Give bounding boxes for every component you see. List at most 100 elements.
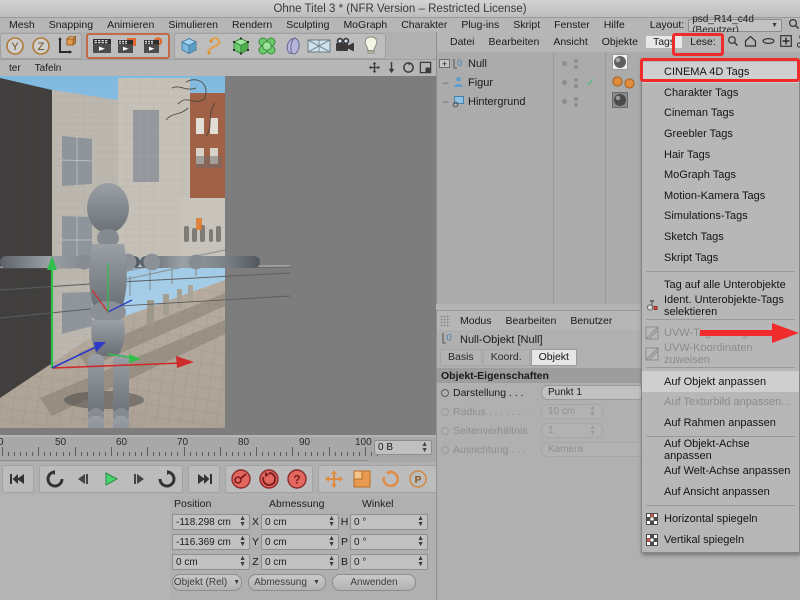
go-to-end-icon[interactable] — [190, 466, 218, 492]
visibility-dots-row[interactable]: ✓ — [554, 73, 605, 92]
coordinate-mode-dropdown[interactable]: Objekt (Rel) ▼ — [172, 573, 242, 591]
rotation-h-input[interactable]: 0 ° ▲ ▼ — [350, 514, 428, 530]
menu-item-plugins[interactable]: Plug-ins — [454, 19, 506, 31]
maximize-view-icon[interactable] — [419, 61, 432, 77]
mograph-icon[interactable] — [254, 34, 280, 58]
darstellung-dropdown[interactable]: Punkt 1 — [541, 385, 646, 400]
object-row-null[interactable]: + 0 Null — [437, 54, 553, 73]
render-visibility-dots[interactable] — [574, 58, 578, 69]
editor-visibility-dot[interactable] — [562, 80, 567, 85]
menu-item-horizontal-spiegeln[interactable]: Horizontal spiegeln — [642, 509, 799, 530]
menu-item-mograph-tags[interactable]: MoGraph Tags — [642, 165, 799, 186]
tab-objekt[interactable]: Objekt — [530, 349, 577, 366]
ellipse-icon[interactable] — [762, 36, 775, 49]
world-axis-icon[interactable] — [54, 34, 80, 58]
transport-end-group[interactable] — [188, 464, 220, 493]
spinner-icon[interactable]: ▲ ▼ — [328, 555, 335, 568]
menu-item-motion-kamera-tags[interactable]: Motion-Kamera Tags — [642, 186, 799, 207]
rotation-p-input[interactable]: 0 ° ▲ ▼ — [350, 534, 428, 550]
radio-icon[interactable] — [441, 388, 449, 397]
menu-item-charakter-tags[interactable]: Charakter Tags — [642, 83, 799, 104]
spinner-icon[interactable]: ▲ ▼ — [328, 515, 335, 528]
om-menu-ansicht[interactable]: Ansicht — [546, 36, 594, 48]
search-icon[interactable] — [727, 35, 739, 50]
viewport-nav-icons[interactable] — [368, 61, 432, 77]
size-y-input[interactable]: 0 cm ▲ ▼ — [261, 534, 339, 550]
transport-playback-group[interactable] — [39, 464, 183, 493]
floor-environment-icon[interactable] — [306, 34, 332, 58]
editor-visibility-dot[interactable] — [562, 99, 567, 104]
light-icon[interactable] — [358, 34, 384, 58]
spinner-icon[interactable]: ▲ ▼ — [417, 535, 424, 548]
menu-item-hilfe[interactable]: Hilfe — [597, 19, 632, 31]
panel-grip-icon[interactable] — [440, 314, 450, 327]
size-x-input[interactable]: 0 cm ▲ ▼ — [261, 514, 339, 530]
step-forward-icon[interactable] — [125, 466, 153, 492]
position-x-input[interactable]: -118.298 cm ▲ ▼ — [172, 514, 250, 530]
menu-item-mograph[interactable]: MoGraph — [336, 19, 394, 31]
am-menu-bearbeiten[interactable]: Bearbeiten — [499, 315, 564, 327]
menu-item-greebler-tags[interactable]: Greebler Tags — [642, 124, 799, 145]
go-to-start-icon[interactable] — [4, 466, 32, 492]
om-menu-tags[interactable]: Tags — [644, 35, 684, 49]
position-y-input[interactable]: -116.369 cm ▲ ▼ — [172, 534, 250, 550]
object-tree[interactable]: + 0 Null – Figur – Hintergrund — [437, 52, 553, 304]
menu-item-auf-rahmen-anpassen[interactable]: Auf Rahmen anpassen — [642, 413, 799, 434]
coordinates-buttons-row[interactable]: Objekt (Rel) ▼ Abmessung ▼ Anwenden — [170, 573, 436, 591]
parametric-icon[interactable]: P — [404, 466, 432, 492]
axis-z-button[interactable]: Z — [28, 34, 54, 58]
transport-bar[interactable]: ? P — [0, 462, 499, 495]
coordinates-row-y[interactable]: -116.369 cm ▲ ▼ Y 0 cm ▲ ▼ P 0 ° ▲ ▼ — [170, 533, 436, 551]
menu-item-auf-welt-achse-anpassen[interactable]: Auf Welt-Achse anpassen — [642, 461, 799, 482]
menu-item-animieren[interactable]: Animieren — [100, 19, 161, 31]
main-menu-bar[interactable]: Mesh Snapping Animieren Simulieren Rende… — [0, 14, 800, 36]
render-settings-icon[interactable] — [141, 34, 167, 58]
menu-item-rendern[interactable]: Rendern — [225, 19, 279, 31]
play-icon[interactable] — [97, 466, 125, 492]
rotate-tool-icon[interactable] — [376, 466, 404, 492]
dolly-view-icon[interactable] — [385, 61, 398, 77]
coordinates-manager[interactable]: Position Abmessung Winkel -118.298 cm ▲ ▼… — [170, 496, 436, 600]
add-icon[interactable] — [779, 34, 792, 50]
menu-item-charakter[interactable]: Charakter — [394, 19, 454, 31]
keyframe-selection-icon[interactable]: ? — [283, 466, 311, 492]
editor-visibility-dot[interactable] — [562, 61, 567, 66]
rotate-view-icon[interactable] — [402, 61, 415, 77]
om-menu-objekte[interactable]: Objekte — [595, 36, 645, 48]
rotation-b-input[interactable]: 0 ° ▲ ▼ — [350, 554, 428, 570]
tags-dropdown-menu[interactable]: CINEMA 4D Tags Charakter Tags Cineman Tags… — [641, 59, 800, 554]
am-menu-modus[interactable]: Modus — [453, 315, 499, 327]
menu-item-cinema-4d-tags[interactable]: CINEMA 4D Tags — [642, 62, 799, 83]
apply-button[interactable]: Anwenden — [332, 573, 416, 591]
object-visibility-dots[interactable]: ✓ — [553, 52, 605, 304]
axis-toolgroup[interactable]: Y Z — [0, 32, 82, 59]
deformer-icon[interactable] — [280, 34, 306, 58]
menu-item-simulations-tags[interactable]: Simulations-Tags — [642, 206, 799, 227]
tab-koord[interactable]: Koord. — [482, 349, 530, 366]
camera-icon[interactable] — [332, 34, 358, 58]
om-menu-bearbeiten[interactable]: Bearbeiten — [482, 36, 547, 48]
menu-item-skript[interactable]: Skript — [506, 19, 547, 31]
expander-icon[interactable]: + — [439, 59, 450, 69]
render-view-icon[interactable] — [89, 34, 115, 58]
menu-item-ident-unterobjekte-tags-selektieren[interactable]: Ident. Unterobjekte-Tags selektieren — [642, 294, 799, 318]
current-frame-field[interactable]: 0 B ▲ ▼ — [374, 440, 432, 455]
spinner-icon[interactable]: ▲ ▼ — [417, 515, 424, 528]
scale-tool-icon[interactable] — [348, 466, 376, 492]
cube-primitive-icon[interactable] — [176, 34, 202, 58]
coordinates-row-z[interactable]: 0 cm ▲ ▼ Z 0 cm ▲ ▼ B 0 ° ▲ ▼ — [170, 553, 436, 571]
spinner-icon[interactable]: ▲ ▼ — [328, 535, 335, 548]
menu-item-simulieren[interactable]: Simulieren — [161, 19, 225, 31]
move-tool-icon[interactable] — [320, 466, 348, 492]
render-toolgroup[interactable] — [86, 32, 170, 59]
menu-item-mesh[interactable]: Mesh — [2, 19, 42, 31]
key-group[interactable]: ? — [225, 464, 313, 493]
viewport-3d-scene[interactable] — [0, 68, 290, 428]
visibility-dots-row[interactable] — [554, 92, 605, 111]
om-menu-datei[interactable]: Datei — [443, 36, 482, 48]
viewport-menu-bar[interactable]: ter Tafeln — [0, 60, 436, 76]
object-row-figur[interactable]: – Figur — [437, 73, 553, 92]
object-row-hintergrund[interactable]: – Hintergrund — [437, 92, 553, 111]
background-texture-tag-icon[interactable] — [612, 92, 628, 111]
menu-item-auf-objekt-anpassen[interactable]: Auf Objekt anpassen — [642, 371, 799, 392]
